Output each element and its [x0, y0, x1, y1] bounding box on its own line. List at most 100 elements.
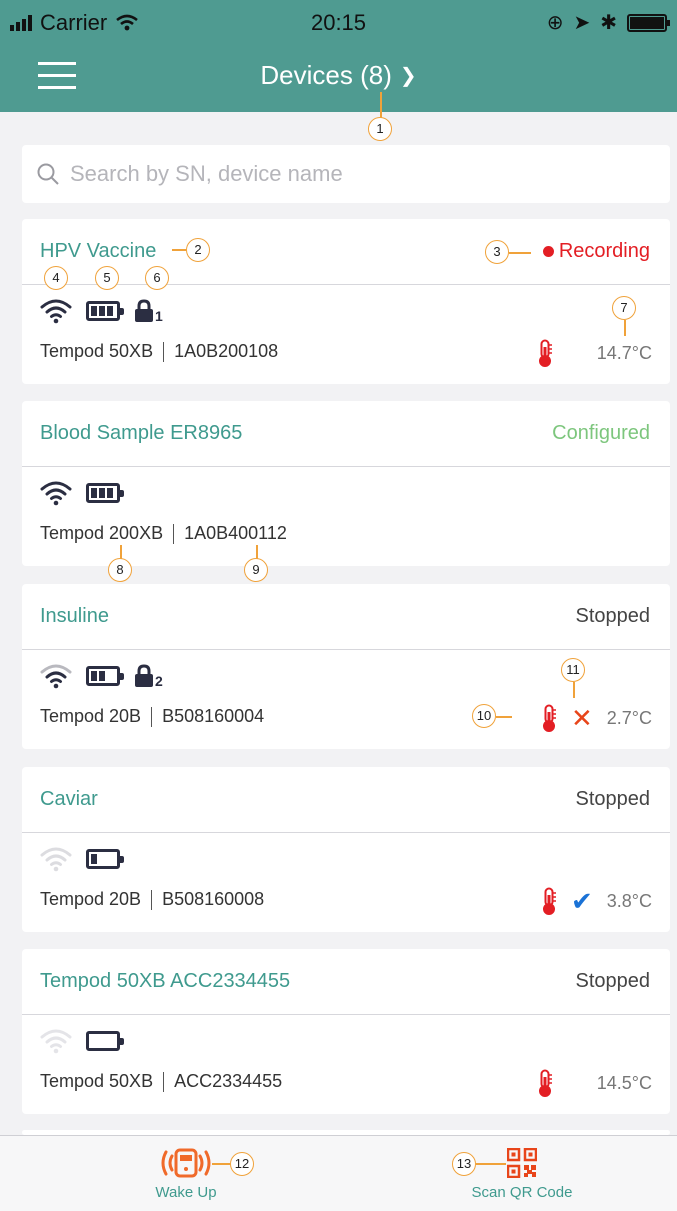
- wifi-icon: [40, 847, 72, 872]
- qr-code-icon: [507, 1148, 537, 1178]
- callout-10: 10: [472, 704, 496, 728]
- lock-icon: [135, 664, 153, 687]
- wifi-icon: [40, 664, 72, 689]
- device-status-label: Recording: [558, 240, 650, 262]
- device-name: Blood Sample ER8965: [40, 422, 243, 444]
- device-temperature: 14.5°C: [596, 1072, 652, 1093]
- orientation-lock-icon: ⊕: [546, 12, 564, 34]
- wake-up-label: Wake Up: [155, 1184, 217, 1201]
- callout-3: 3: [485, 240, 509, 264]
- callout-8: 8: [108, 558, 132, 582]
- bluetooth-icon: ✱: [600, 12, 617, 34]
- device-indicators: [40, 845, 124, 873]
- device-serial: B508160004: [162, 706, 265, 726]
- device-model: Tempod 200XB: [40, 523, 164, 543]
- device-status: Recording: [542, 240, 650, 263]
- x-mark-icon: ✕: [570, 703, 593, 733]
- wifi-icon: [40, 1029, 72, 1054]
- lock-count: 2: [155, 673, 163, 689]
- battery-icon: [86, 301, 124, 321]
- device-model-serial: Tempod 50XB ACC2334455: [40, 1071, 282, 1092]
- device-name: Caviar: [40, 788, 98, 810]
- device-indicators: 1: [40, 297, 163, 325]
- device-indicators: [40, 1027, 124, 1055]
- device-name: HPV Vaccine: [40, 240, 157, 262]
- device-model-serial: Tempod 200XB 1A0B400112: [40, 523, 287, 544]
- device-name: Tempod 50XB ACC2334455: [40, 970, 291, 992]
- device-card-hpv-vaccine[interactable]: HPV Vaccine Recording 1 Tempod 50XB 1A0B2…: [22, 219, 670, 384]
- thermometer-icon: [538, 339, 552, 367]
- device-model: Tempod 50XB: [40, 1071, 154, 1091]
- device-reading: 14.7°C: [537, 339, 652, 367]
- device-card-header: Blood Sample ER8965 Configured: [22, 401, 670, 467]
- device-status: Stopped: [575, 788, 650, 810]
- recording-dot-icon: [542, 246, 554, 257]
- page-title: Devices (8): [260, 60, 392, 90]
- battery-icon: [86, 483, 124, 503]
- battery-icon: [86, 1031, 124, 1051]
- device-card-header: HPV Vaccine Recording: [22, 219, 670, 285]
- lock-indicator: 1: [134, 299, 163, 323]
- callout-6: 6: [145, 266, 169, 290]
- wake-up-button[interactable]: Wake Up: [86, 1136, 286, 1201]
- search-bar[interactable]: [22, 145, 670, 203]
- device-card-header: Caviar Stopped: [22, 767, 670, 833]
- device-status: Stopped: [575, 605, 650, 627]
- device-serial: 1A0B200108: [174, 341, 279, 361]
- search-icon: [37, 163, 59, 185]
- callout-11: 11: [561, 658, 585, 682]
- device-temperature: 2.7°C: [606, 707, 652, 728]
- device-card-header: Tempod 50XB ACC2334455 Stopped: [22, 949, 670, 1015]
- device-serial: ACC2334455: [174, 1071, 283, 1091]
- device-temperature: 3.8°C: [606, 890, 652, 911]
- device-indicators: 2: [40, 662, 163, 690]
- chevron-down-icon: ❯: [399, 65, 417, 87]
- status-bar-right: ⊕ ➤ ✱: [546, 10, 670, 35]
- device-card-caviar[interactable]: Caviar Stopped Tempod 20B B508160008 ✔ 3.…: [22, 767, 670, 932]
- callout-9: 9: [244, 558, 268, 582]
- thermometer-icon: [538, 1069, 552, 1097]
- device-reading: 14.5°C: [537, 1069, 652, 1097]
- device-model-serial: Tempod 20B B508160004: [40, 706, 264, 727]
- callout-13: 13: [452, 1152, 476, 1176]
- callout-2: 2: [186, 238, 210, 262]
- wake-up-icon: [161, 1148, 211, 1178]
- devices-title-dropdown[interactable]: Devices (8) ❯: [0, 60, 677, 91]
- device-indicators: [40, 479, 124, 507]
- lock-icon: [135, 299, 153, 322]
- device-battery-icon: [627, 13, 670, 32]
- check-mark-icon: ✔: [570, 886, 593, 916]
- device-name: Insuline: [40, 605, 109, 627]
- device-reading: ✔ 3.8°C: [541, 887, 652, 915]
- device-card-blood-sample[interactable]: Blood Sample ER8965 Configured Tempod 20…: [22, 401, 670, 566]
- battery-icon: [86, 849, 124, 869]
- thermometer-icon: [542, 704, 556, 732]
- callout-7: 7: [612, 296, 636, 320]
- device-temperature: 14.7°C: [596, 342, 652, 363]
- wifi-icon: [40, 299, 72, 324]
- callout-12: 12: [230, 1152, 254, 1176]
- scan-qr-label: Scan QR Code: [471, 1184, 573, 1201]
- device-model-serial: Tempod 50XB 1A0B200108: [40, 341, 278, 362]
- device-status: Stopped: [575, 970, 650, 992]
- location-icon: ➤: [573, 12, 591, 34]
- device-serial: 1A0B400112: [184, 523, 287, 543]
- device-model-serial: Tempod 20B B508160008: [40, 889, 264, 910]
- device-model: Tempod 20B: [40, 706, 142, 726]
- device-card-header: Insuline Stopped: [22, 584, 670, 650]
- search-input[interactable]: [70, 161, 630, 187]
- device-model: Tempod 50XB: [40, 341, 154, 361]
- callout-5: 5: [95, 266, 119, 290]
- status-bar: Carrier 20:15 ⊕ ➤ ✱: [0, 0, 677, 46]
- lock-indicator: 2: [134, 664, 163, 688]
- app-header: Carrier 20:15 ⊕ ➤ ✱ Devices (8) ❯: [0, 0, 677, 112]
- wifi-icon: [40, 481, 72, 506]
- device-reading: ✕ 2.7°C: [541, 704, 652, 732]
- device-model: Tempod 20B: [40, 889, 142, 909]
- bottom-tab-bar: Wake Up Scan QR Code: [0, 1135, 677, 1211]
- callout-4: 4: [44, 266, 68, 290]
- device-status: Configured: [552, 422, 650, 444]
- callout-1: 1: [368, 117, 392, 141]
- device-card-tempod-50xb[interactable]: Tempod 50XB ACC2334455 Stopped Tempod 50…: [22, 949, 670, 1114]
- lock-count: 1: [155, 308, 163, 324]
